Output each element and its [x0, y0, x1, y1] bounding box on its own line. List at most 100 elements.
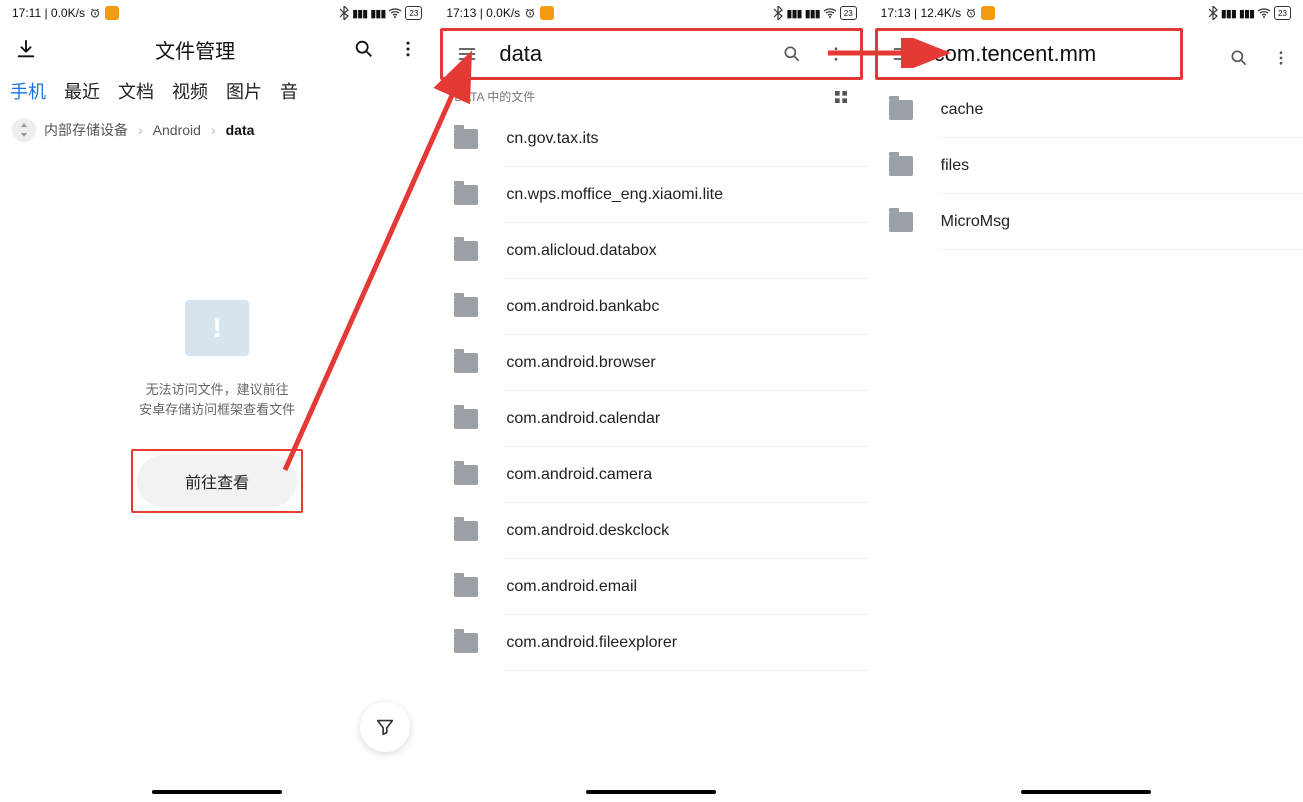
folder-label: cache [941, 101, 984, 119]
list-item[interactable]: MicroMsg [869, 194, 1303, 250]
folder-label: com.android.browser [506, 354, 655, 372]
screen-tencent-folder: 17:13 | 12.4K/s ▮▮▮ ▮▮▮ 23 com.tencent.m… [869, 0, 1303, 802]
folder-icon [889, 100, 913, 120]
search-icon[interactable] [352, 37, 376, 61]
folder-icon [454, 465, 478, 485]
list-item[interactable]: com.android.bankabc [434, 279, 868, 335]
folder-icon [454, 633, 478, 653]
list-item[interactable]: com.android.email [434, 559, 868, 615]
wifi-icon [388, 7, 402, 19]
folder-label: cn.wps.moffice_eng.xiaomi.lite [506, 186, 723, 204]
folder-list: cache files MicroMsg [869, 82, 1303, 802]
signal-icon: ▮▮▮ [786, 7, 801, 20]
breadcrumb-item[interactable]: 内部存储设备 [44, 120, 128, 140]
more-icon[interactable] [1269, 46, 1293, 70]
alarm-icon [89, 7, 101, 19]
signal-icon: ▮▮▮ [352, 7, 367, 20]
list-item[interactable]: com.alicloud.databox [434, 223, 868, 279]
screen-data-folder: 17:13 | 0.0K/s ▮▮▮ ▮▮▮ 23 data [434, 0, 868, 802]
tab-recent[interactable]: 最近 [64, 78, 100, 104]
list-item[interactable]: cache [869, 82, 1303, 138]
signal-icon-2: ▮▮▮ [1239, 7, 1254, 20]
status-time: 17:11 | 0.0K/s [12, 6, 85, 20]
folder-icon [889, 212, 913, 232]
page-title: 文件管理 [58, 35, 332, 64]
status-time: 17:13 | 12.4K/s [881, 6, 962, 20]
battery-icon: 23 [405, 6, 422, 20]
download-icon[interactable] [14, 37, 38, 61]
wifi-icon [1257, 7, 1271, 19]
list-item[interactable]: com.android.camera [434, 447, 868, 503]
folder-label: com.alicloud.databox [506, 242, 656, 260]
empty-state: ! 无法访问文件，建议前往 安卓存储访问框架查看文件 前往查看 [0, 150, 434, 802]
breadcrumb-toggle-icon[interactable] [12, 118, 36, 142]
more-icon[interactable] [396, 37, 420, 61]
highlight-frame: 前往查看 [131, 449, 303, 513]
signal-icon: ▮▮▮ [1221, 7, 1236, 20]
tab-phone[interactable]: 手机 [10, 78, 46, 104]
grid-view-icon[interactable] [833, 89, 849, 105]
folder-icon [454, 409, 478, 429]
folder-icon [454, 185, 478, 205]
list-item[interactable]: com.android.fileexplorer [434, 615, 868, 671]
folder-icon [454, 577, 478, 597]
wifi-icon [823, 7, 837, 19]
alarm-icon [524, 7, 536, 19]
list-item[interactable]: cn.wps.moffice_eng.xiaomi.lite [434, 167, 868, 223]
folder-label: com.android.fileexplorer [506, 634, 677, 652]
signal-icon-2: ▮▮▮ [370, 7, 385, 20]
bluetooth-icon [773, 6, 783, 20]
breadcrumb-item-current: data [226, 122, 255, 138]
bluetooth-icon [339, 6, 349, 20]
folder-icon [454, 297, 478, 317]
tabs-bar: 手机 最近 文档 视频 图片 音 [0, 72, 434, 110]
empty-text-line: 安卓存储访问框架查看文件 [139, 400, 295, 420]
breadcrumb: 内部存储设备 › Android › data [0, 110, 434, 150]
list-item[interactable]: com.android.deskclock [434, 503, 868, 559]
folder-list: cn.gov.tax.its cn.wps.moffice_eng.xiaomi.… [434, 111, 868, 802]
app-bar-title: com.tencent.mm [934, 41, 1168, 67]
folder-label: com.android.email [506, 578, 637, 596]
section-label: DATA 中的文件 [454, 88, 535, 105]
app-badge-icon [540, 6, 554, 20]
home-indicator [1021, 790, 1151, 794]
folder-label: com.android.bankabc [506, 298, 659, 316]
hamburger-icon[interactable] [455, 42, 479, 66]
tab-video[interactable]: 视频 [172, 78, 208, 104]
folder-icon [454, 353, 478, 373]
goto-view-button[interactable]: 前往查看 [137, 455, 297, 507]
status-bar: 17:13 | 12.4K/s ▮▮▮ ▮▮▮ 23 [869, 0, 1303, 26]
tab-image[interactable]: 图片 [226, 78, 262, 104]
tab-docs[interactable]: 文档 [118, 78, 154, 104]
folder-icon [454, 521, 478, 541]
chevron-right-icon: › [211, 122, 216, 138]
folder-label: cn.gov.tax.its [506, 130, 598, 148]
chevron-right-icon: › [138, 122, 143, 138]
section-header: DATA 中的文件 [434, 82, 868, 111]
folder-label: com.android.calendar [506, 410, 660, 428]
breadcrumb-item[interactable]: Android [153, 122, 201, 138]
folder-label: com.android.camera [506, 466, 652, 484]
home-indicator [586, 790, 716, 794]
app-bar: data [440, 28, 862, 80]
bluetooth-icon [1208, 6, 1218, 20]
home-indicator [152, 790, 282, 794]
folder-icon [454, 129, 478, 149]
battery-icon: 23 [1274, 6, 1291, 20]
more-icon[interactable] [824, 42, 848, 66]
battery-icon: 23 [840, 6, 857, 20]
screen-file-manager: 17:11 | 0.0K/s ▮▮▮ ▮▮▮ 23 [0, 0, 434, 802]
list-item[interactable]: files [869, 138, 1303, 194]
tab-audio[interactable]: 音 [280, 78, 298, 104]
hamburger-icon[interactable] [890, 42, 914, 66]
list-item[interactable]: com.android.browser [434, 335, 868, 391]
app-badge-icon [981, 6, 995, 20]
list-item[interactable]: com.android.calendar [434, 391, 868, 447]
top-bar: 文件管理 [0, 26, 434, 72]
search-icon[interactable] [1227, 46, 1251, 70]
folder-label: files [941, 157, 969, 175]
search-icon[interactable] [780, 42, 804, 66]
status-bar: 17:13 | 0.0K/s ▮▮▮ ▮▮▮ 23 [434, 0, 868, 26]
list-item[interactable]: cn.gov.tax.its [434, 111, 868, 167]
filter-fab[interactable] [360, 702, 410, 752]
